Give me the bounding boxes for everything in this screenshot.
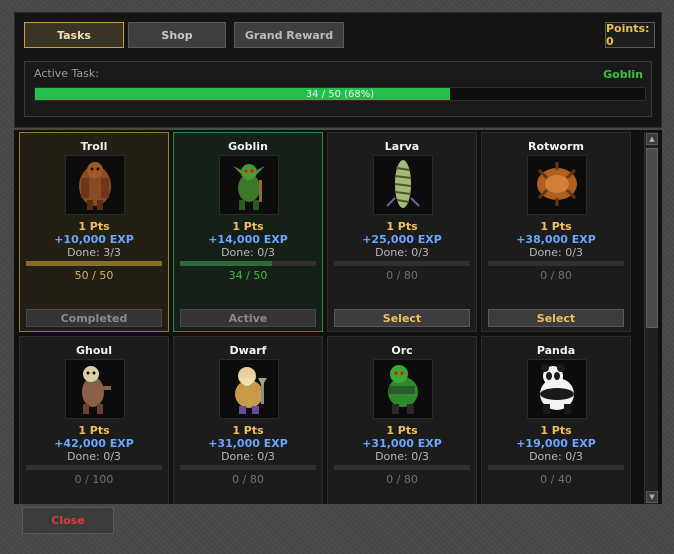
card-name: Rotworm <box>528 140 584 153</box>
card-portrait <box>65 155 125 215</box>
card-name: Dwarf <box>229 344 267 357</box>
task-window: Tasks Shop Grand Reward Points: 0 Active… <box>0 0 674 554</box>
card-name: Goblin <box>228 140 268 153</box>
card-progress-bar <box>26 261 162 266</box>
card-exp: +10,000 EXP <box>54 233 134 246</box>
larva-icon <box>375 156 431 215</box>
tab-tasks[interactable]: Tasks <box>24 22 124 48</box>
card-name: Ghoul <box>75 344 113 357</box>
panda-icon <box>529 360 585 419</box>
task-card-goblin[interactable]: Goblin 1 Pts +14,000 EXP Done: 0/3 34 / 50 Ac… <box>173 132 323 332</box>
card-active-button: Active <box>180 309 316 327</box>
card-points: 1 Pts <box>540 424 572 437</box>
tab-grand-reward[interactable]: Grand Reward <box>234 22 344 48</box>
card-progress-bar <box>334 465 470 470</box>
card-done-count: Done: 0/3 <box>375 246 429 259</box>
card-progress-text: 0 / 80 <box>232 473 264 486</box>
card-points: 1 Pts <box>78 220 110 233</box>
card-select-button[interactable]: Select <box>488 309 624 327</box>
card-exp: +31,000 EXP <box>208 437 288 450</box>
scroll-down-icon[interactable]: ▼ <box>646 491 658 503</box>
active-task-name: Goblin <box>603 68 643 81</box>
card-progress-text: 34 / 50 <box>228 269 268 282</box>
card-progress-fill <box>180 261 273 266</box>
active-task-progress-bar: 34 / 50 (68%) <box>34 87 646 101</box>
card-points: 1 Pts <box>232 424 264 437</box>
card-done-count: Done: 0/3 <box>375 450 429 463</box>
ghoul-icon <box>67 360 123 419</box>
active-task-label: Active Task: <box>34 67 99 80</box>
rotworm-icon <box>529 156 585 215</box>
card-portrait <box>65 359 125 419</box>
card-progress-text: 0 / 80 <box>386 473 418 486</box>
card-name: Orc <box>391 344 413 357</box>
card-exp: +31,000 EXP <box>362 437 442 450</box>
card-exp: +42,000 EXP <box>54 437 134 450</box>
card-progress-text: 50 / 50 <box>74 269 114 282</box>
tab-shop[interactable]: Shop <box>128 22 226 48</box>
card-done-count: Done: 0/3 <box>529 246 583 259</box>
active-task-progress-text: 34 / 50 (68%) <box>305 88 375 100</box>
card-name: Larva <box>384 140 420 153</box>
card-points: 1 Pts <box>78 424 110 437</box>
card-progress-fill <box>26 261 162 266</box>
card-portrait <box>219 155 279 215</box>
task-card-dwarf[interactable]: Dwarf 1 Pts +31,000 EXP Done: 0/3 0 / 80 <box>173 336 323 504</box>
task-card-ghoul[interactable]: Ghoul 1 Pts +42,000 EXP Done: 0/3 0 / 100 <box>19 336 169 504</box>
card-done-count: Done: 0/3 <box>221 450 275 463</box>
active-task-panel: Active Task: Goblin 34 / 50 (68%) <box>24 61 652 117</box>
task-grid: Troll 1 Pts +10,000 EXP Done: 3/3 50 / 50 Com… <box>14 130 662 504</box>
card-progress-bar <box>180 261 316 266</box>
card-done-count: Done: 0/3 <box>529 450 583 463</box>
points-display: Points: 0 <box>605 22 655 48</box>
card-portrait <box>527 359 587 419</box>
card-progress-bar <box>180 465 316 470</box>
card-progress-text: 0 / 80 <box>540 269 572 282</box>
card-progress-text: 0 / 100 <box>74 473 114 486</box>
card-done-count: Done: 0/3 <box>221 246 275 259</box>
card-progress-bar <box>488 261 624 266</box>
task-card-larva[interactable]: Larva 1 Pts +25,000 EXP Done: 0/3 0 / 80 Sele… <box>327 132 477 332</box>
card-exp: +19,000 EXP <box>516 437 596 450</box>
card-points: 1 Pts <box>232 220 264 233</box>
card-portrait <box>527 155 587 215</box>
card-exp: +14,000 EXP <box>208 233 288 246</box>
card-progress-bar <box>488 465 624 470</box>
card-select-button[interactable]: Select <box>334 309 470 327</box>
task-card-panda[interactable]: Panda 1 Pts +19,000 EXP Done: 0/3 0 / 40 <box>481 336 631 504</box>
goblin-icon <box>221 156 277 215</box>
card-portrait <box>373 155 433 215</box>
task-card-orc[interactable]: Orc 1 Pts +31,000 EXP Done: 0/3 0 / 80 <box>327 336 477 504</box>
troll-icon <box>67 156 123 215</box>
card-done-count: Done: 0/3 <box>67 450 121 463</box>
close-button[interactable]: Close <box>22 507 114 534</box>
card-points: 1 Pts <box>540 220 572 233</box>
card-progress-text: 0 / 40 <box>540 473 572 486</box>
scroll-thumb[interactable] <box>646 148 658 328</box>
scroll-up-icon[interactable]: ▲ <box>646 133 658 145</box>
task-grid-scrollbar[interactable]: ▲ ▼ <box>644 132 658 504</box>
card-points: 1 Pts <box>386 424 418 437</box>
card-completed-button: Completed <box>26 309 162 327</box>
card-exp: +38,000 EXP <box>516 233 596 246</box>
orc-icon <box>375 360 431 419</box>
top-panel: Tasks Shop Grand Reward Points: 0 Active… <box>14 12 662 128</box>
card-progress-bar <box>26 465 162 470</box>
card-progress-bar <box>334 261 470 266</box>
card-portrait <box>373 359 433 419</box>
card-name: Troll <box>80 140 108 153</box>
task-card-troll[interactable]: Troll 1 Pts +10,000 EXP Done: 3/3 50 / 50 Com… <box>19 132 169 332</box>
task-card-rotworm[interactable]: Rotworm 1 Pts +38,000 EXP Done: 0/3 0 / 80 Se… <box>481 132 631 332</box>
dwarf-icon <box>221 360 277 419</box>
card-exp: +25,000 EXP <box>362 233 442 246</box>
card-progress-text: 0 / 80 <box>386 269 418 282</box>
card-points: 1 Pts <box>386 220 418 233</box>
card-name: Panda <box>536 344 576 357</box>
card-done-count: Done: 3/3 <box>67 246 121 259</box>
card-portrait <box>219 359 279 419</box>
